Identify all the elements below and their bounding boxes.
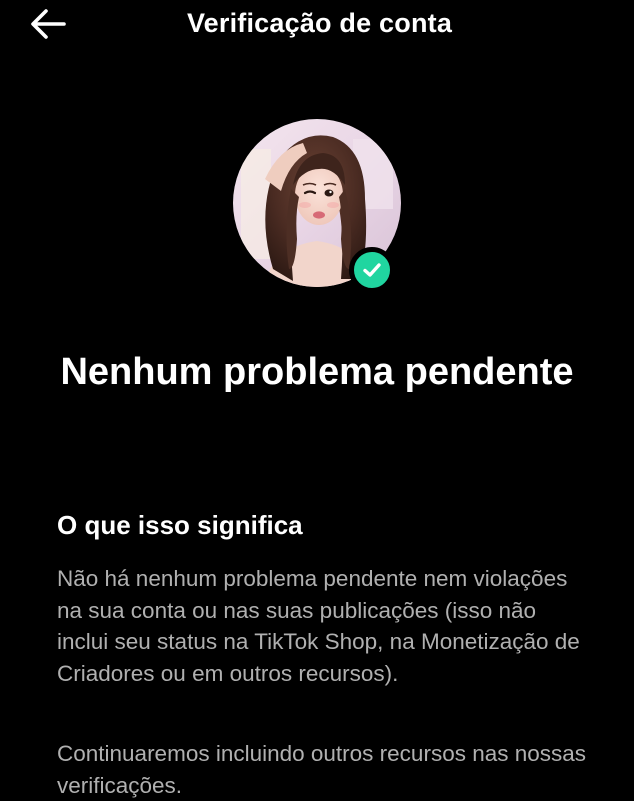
page-title: Verificação de conta: [186, 8, 453, 38]
check-icon: [363, 263, 381, 277]
description-paragraph: Não há nenhum problema pendente nem viol…: [57, 566, 580, 686]
section-heading: O que isso significa: [57, 510, 303, 540]
profile-avatar-container: [233, 119, 401, 293]
note-paragraph: Continuaremos incluindo outros recursos …: [57, 741, 587, 798]
verified-badge: [349, 247, 395, 293]
top-bar: Verificação de conta: [0, 0, 634, 50]
status-title: Nenhum problema pendente: [60, 351, 574, 393]
